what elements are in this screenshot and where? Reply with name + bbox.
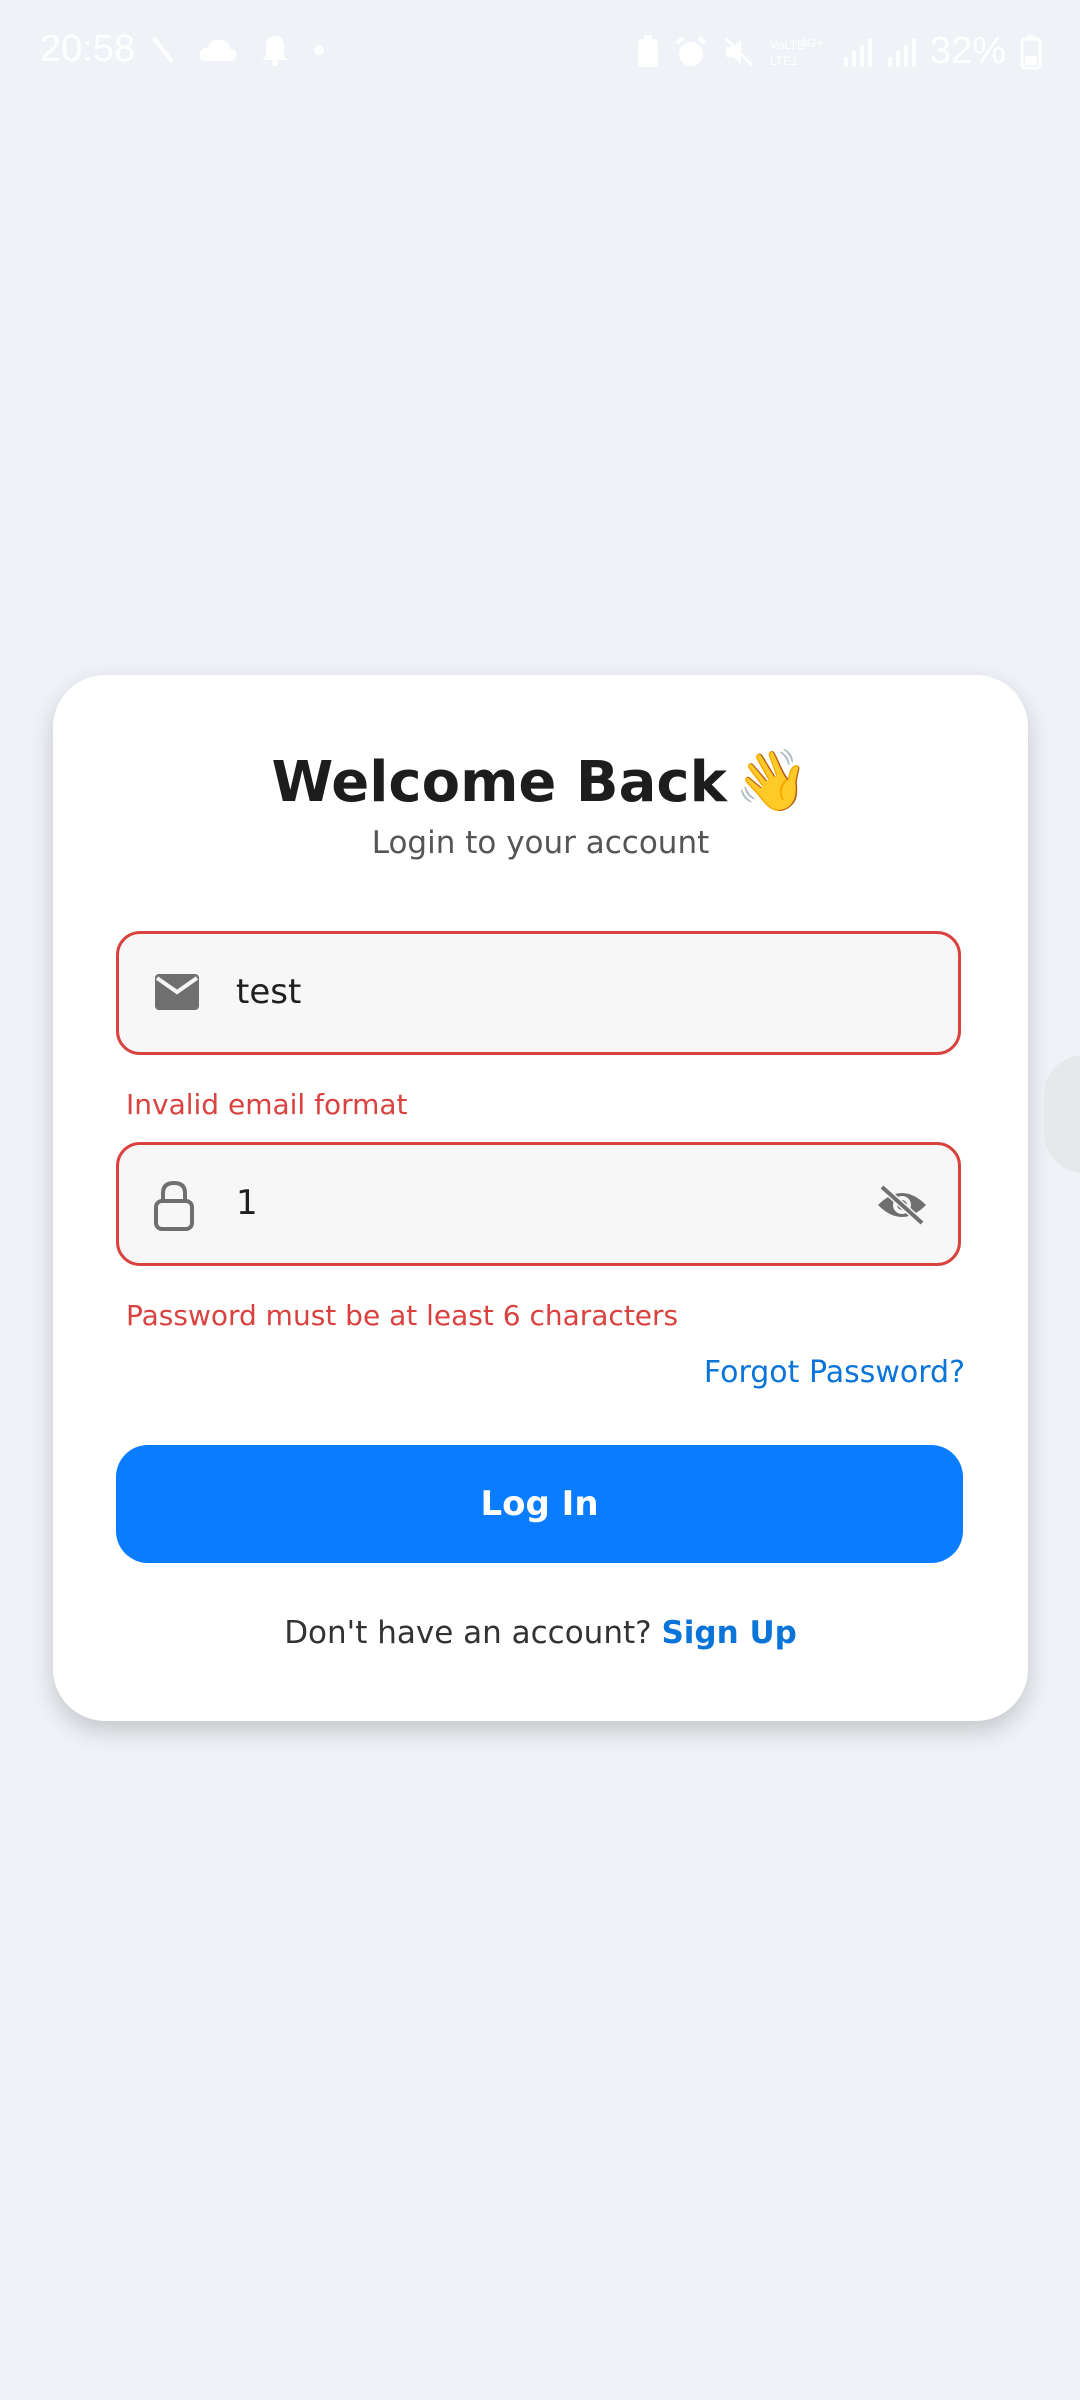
waving-hand-emoji: 👋 (734, 746, 810, 816)
notification-bell-icon (262, 36, 288, 66)
alarm-icon (675, 35, 707, 66)
battery-saver-icon (637, 34, 658, 67)
dot-icon (314, 45, 324, 55)
battery-percentage: 32% (929, 30, 1006, 72)
password-error: Password must be at least 6 characters (126, 1299, 679, 1332)
signup-prompt: Don't have an account? (284, 1615, 652, 1651)
signup-link[interactable]: Sign Up (661, 1615, 796, 1651)
email-error: Invalid email format (126, 1088, 408, 1121)
edge-panel-handle[interactable] (1044, 1055, 1080, 1173)
signup-row: Don't have an account? Sign Up (53, 1615, 1028, 1651)
mail-icon (155, 974, 199, 1010)
subtitle: Login to your account (371, 825, 710, 861)
svg-text:4G+: 4G+ (800, 36, 823, 50)
missed-call-icon (152, 36, 174, 64)
password-value[interactable]: 1 (236, 1183, 258, 1223)
volte-icon: VoLTE4G+LTE1 (770, 36, 823, 68)
lock-icon (154, 1180, 194, 1231)
battery-icon (1020, 34, 1042, 69)
mute-icon (724, 37, 753, 66)
page-title: Welcome Back (271, 750, 727, 815)
login-card: Welcome Back 👋 Login to your account test… (53, 675, 1028, 1721)
svg-text:LTE1: LTE1 (770, 54, 798, 68)
title-row: Welcome Back 👋 (53, 745, 1028, 816)
signal-icon (887, 38, 916, 67)
email-value[interactable]: test (236, 972, 301, 1012)
login-button[interactable]: Log In (116, 1445, 963, 1563)
forgot-password-link[interactable]: Forgot Password? (704, 1355, 965, 1390)
cloud-icon (199, 39, 237, 61)
signal-icon (843, 38, 872, 67)
status-left-icons (150, 34, 326, 66)
eye-off-icon[interactable] (876, 1183, 928, 1227)
email-field[interactable]: test (116, 931, 961, 1055)
status-bar: 20:58 VoLTE 4G+ LTE1 32% (0, 0, 1080, 110)
password-field[interactable]: 1 (116, 1142, 961, 1266)
status-right-icons: VoLTE 4G+ LTE1 32% (636, 30, 1042, 73)
status-time: 20:58 (40, 28, 136, 70)
